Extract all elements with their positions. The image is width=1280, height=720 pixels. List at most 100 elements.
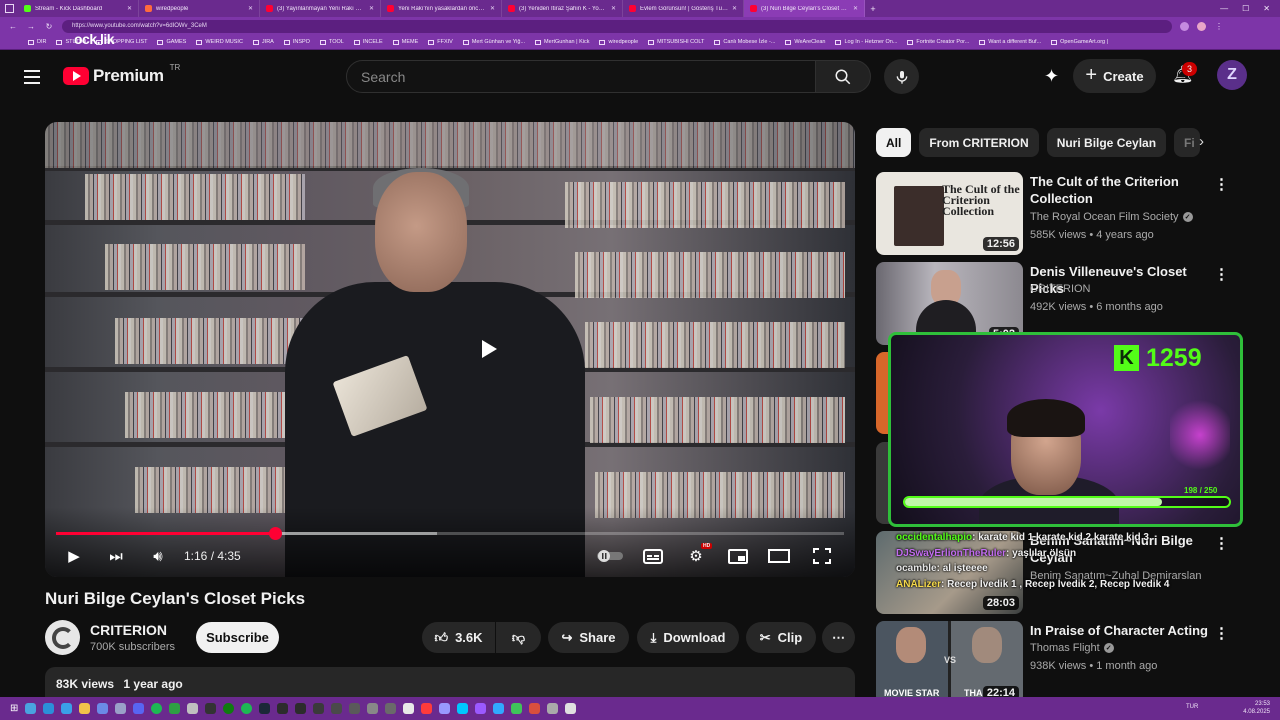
tab-close-icon[interactable]: ✕ xyxy=(127,5,132,12)
browser-tab[interactable]: wiredpeople ✕ xyxy=(139,0,260,17)
menu-icon[interactable] xyxy=(24,70,40,88)
recommendation-channel[interactable]: Thomas Flight ✓ xyxy=(1030,642,1114,654)
browser-menu-icon[interactable]: ⋮ xyxy=(1214,22,1224,31)
search-button[interactable] xyxy=(815,60,871,93)
video-player[interactable]: ▶ ⏭︎ 🔊︎ 1:16 / 4:35 ⚙︎ HD xyxy=(45,122,855,577)
bookmark-item[interactable]: TOOL xyxy=(319,39,344,45)
settings-button[interactable]: ⚙︎ xyxy=(685,546,707,566)
bookmark-item[interactable]: Fortnite Creator Por... xyxy=(907,39,969,45)
profile-icon[interactable] xyxy=(1197,21,1206,31)
taskbar-app-icon[interactable] xyxy=(169,703,181,714)
bookmark-item[interactable]: wiredpeople xyxy=(599,39,638,45)
taskbar-app-icon[interactable] xyxy=(547,703,559,714)
channel-name[interactable]: CRITERION xyxy=(90,622,167,638)
autoplay-toggle[interactable] xyxy=(596,546,624,566)
taskbar-app-icon[interactable] xyxy=(223,703,235,714)
more-actions-button[interactable]: ⋯ xyxy=(822,622,855,653)
close-window-icon[interactable]: ✕ xyxy=(1263,4,1270,13)
bookmark-item[interactable]: MertGunhan | Kick xyxy=(535,39,589,45)
chevron-right-icon[interactable]: › xyxy=(1199,133,1204,150)
taskbar-app-icon[interactable] xyxy=(277,703,289,714)
taskbar-app-icon[interactable] xyxy=(259,703,271,714)
bookmark-item[interactable]: Want a different Buf... xyxy=(979,39,1041,45)
taskbar-app-icon[interactable] xyxy=(79,703,91,714)
bookmark-item[interactable]: OpenGameArt.org | xyxy=(1051,39,1108,45)
progress-bar[interactable] xyxy=(56,527,844,540)
filter-chip[interactable]: Nuri Bilge Ceylan xyxy=(1046,128,1167,157)
channel-avatar[interactable] xyxy=(45,620,80,655)
taskbar-app-icon[interactable] xyxy=(367,703,379,714)
taskbar-app-icon[interactable] xyxy=(475,703,487,714)
clip-button[interactable]: ✂ Clip xyxy=(746,622,816,653)
taskbar-app-icon[interactable] xyxy=(493,703,505,714)
tab-close-icon[interactable]: ✕ xyxy=(732,5,737,12)
taskbar-app-icon[interactable] xyxy=(511,703,523,714)
bookmark-item[interactable]: GAMES xyxy=(157,39,186,45)
more-vertical-icon[interactable]: ⋮ xyxy=(1214,624,1229,642)
fullscreen-button[interactable] xyxy=(811,546,833,566)
taskbar-app-icon[interactable] xyxy=(295,703,307,714)
video-thumbnail[interactable]: The Cult of the Criterion Collection 12:… xyxy=(876,172,1023,255)
system-clock[interactable]: 23:53 4.08.2025 xyxy=(1243,700,1270,716)
bookmark-item[interactable]: JIRA xyxy=(252,39,274,45)
browser-tab[interactable]: Yeni Rakı'nın yasaklardan önceki... ✕ xyxy=(381,0,502,17)
new-tab-button[interactable]: + xyxy=(865,4,881,14)
taskbar-app-icon[interactable] xyxy=(331,703,343,714)
bookmark-item[interactable]: WeAreClean xyxy=(785,39,825,45)
tab-close-icon[interactable]: ✕ xyxy=(490,5,495,12)
bookmark-item[interactable]: INCELE xyxy=(353,39,383,45)
bookmark-item[interactable]: Canlı Mobese İzle -... xyxy=(714,39,775,45)
dislike-button[interactable]: 👎︎ xyxy=(496,622,541,653)
recommendation-item[interactable]: MOVIE STAR VS THA 22:14 In Praise of Cha… xyxy=(876,621,1236,705)
taskbar-app-icon[interactable] xyxy=(439,703,451,714)
youtube-logo[interactable]: Premium TR xyxy=(63,63,180,86)
bookmark-item[interactable]: MITSUBISHI COLT xyxy=(648,39,704,45)
play-button[interactable]: ▶ xyxy=(63,546,85,566)
reload-icon[interactable]: ↻ xyxy=(44,22,54,31)
taskbar-app-icon[interactable] xyxy=(565,703,577,714)
ask-ai-icon[interactable]: ✦ xyxy=(1044,66,1059,87)
next-video-button[interactable]: ⏭︎ xyxy=(105,546,127,566)
create-button[interactable]: + Create xyxy=(1073,59,1156,93)
browser-tab[interactable]: (3) Yeniden İtiraz Şahin K - YouTube ✕ xyxy=(502,0,623,17)
taskbar-app-icon[interactable] xyxy=(313,703,325,714)
subscribe-button[interactable]: Subscribe xyxy=(196,622,279,653)
tab-close-icon[interactable]: ✕ xyxy=(248,5,253,12)
browser-tab[interactable]: (3) Yayınlanmayan Yeni Rakı Reklamı ✕ xyxy=(260,0,381,17)
bookmark-item[interactable]: FFXIV xyxy=(428,39,453,45)
bookmark-item[interactable]: INSPO xyxy=(283,39,310,45)
taskbar-app-icon[interactable] xyxy=(529,703,541,714)
maximize-icon[interactable]: ☐ xyxy=(1242,4,1249,13)
share-button[interactable]: ↪ Share xyxy=(548,622,629,653)
filter-chip[interactable]: From CRITERION xyxy=(919,128,1039,157)
center-play-icon[interactable] xyxy=(482,340,497,358)
filter-chip[interactable]: All xyxy=(876,128,912,157)
taskbar-app-icon[interactable] xyxy=(25,703,37,714)
browser-tab[interactable]: Evlem Görünsün! | Gösteriş Tutkusu ✕ xyxy=(623,0,744,17)
more-vertical-icon[interactable]: ⋮ xyxy=(1214,265,1229,283)
bookmark-item[interactable]: WEIRD MUSIC xyxy=(196,39,243,45)
bookmark-item[interactable]: DIR xyxy=(28,39,46,45)
theater-mode-button[interactable] xyxy=(768,546,790,566)
miniplayer-button[interactable] xyxy=(727,546,749,566)
taskbar-app-icon[interactable] xyxy=(133,703,145,714)
taskbar-app-icon[interactable] xyxy=(457,703,469,714)
voice-search-button[interactable] xyxy=(884,59,919,94)
taskbar-app-icon[interactable] xyxy=(97,703,109,714)
forward-icon[interactable]: → xyxy=(26,22,36,31)
search-input[interactable]: Search xyxy=(346,60,816,93)
bookmark-item[interactable]: Mert Günhan ve Yiğ... xyxy=(462,39,525,45)
taskbar-app-icon[interactable] xyxy=(403,703,415,714)
download-button[interactable]: ⤓ Download xyxy=(637,622,739,653)
taskbar-app-icon[interactable] xyxy=(349,703,361,714)
volume-button[interactable]: 🔊︎ xyxy=(147,546,169,566)
recommendation-title[interactable]: In Praise of Character Acting xyxy=(1030,622,1210,639)
taskbar-app-icon[interactable] xyxy=(115,703,127,714)
tab-close-icon[interactable]: ✕ xyxy=(369,5,374,12)
url-field[interactable]: https://www.youtube.com/watch?v=6dIOWv_3… xyxy=(62,19,1172,33)
recommendation-channel[interactable]: CRITERION xyxy=(1030,283,1091,295)
more-vertical-icon[interactable]: ⋮ xyxy=(1214,175,1229,193)
input-language[interactable]: TUR xyxy=(1186,704,1198,710)
filter-chip[interactable]: Fi xyxy=(1174,128,1201,157)
taskbar-app-icon[interactable] xyxy=(385,703,397,714)
